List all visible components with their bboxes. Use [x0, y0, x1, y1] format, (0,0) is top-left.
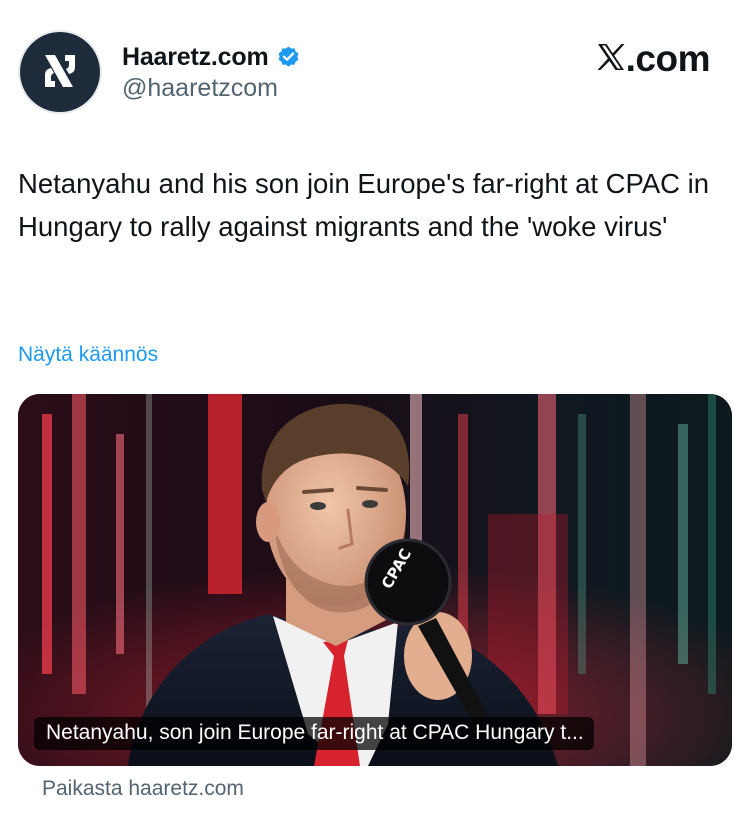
x-brand-label: .com — [625, 38, 711, 79]
card-source[interactable]: Paikasta haaretz.com — [42, 777, 244, 801]
display-name[interactable]: Haaretz.com — [122, 43, 269, 72]
haaretz-logo-icon — [20, 32, 100, 112]
tweet-text: Netanyahu and his son join Europe's far-… — [18, 168, 710, 242]
account-handle[interactable]: @haaretzcom — [122, 74, 301, 103]
verified-badge-icon — [276, 45, 301, 70]
account-names: Haaretz.com @haaretzcom — [122, 40, 301, 103]
link-card[interactable]: CPAC Netanyahu, son join Europe far-righ… — [18, 394, 732, 766]
translate-link[interactable]: Näytä käännös — [18, 343, 158, 367]
card-caption: Netanyahu, son join Europe far-right at … — [34, 717, 594, 750]
x-brand: .com — [596, 38, 711, 80]
x-logo-icon — [596, 42, 626, 77]
tweet-header: Haaretz.com @haaretzcom .com — [18, 30, 732, 120]
man-speaking-microphone-image: CPAC — [18, 394, 732, 766]
avatar[interactable] — [18, 30, 102, 114]
